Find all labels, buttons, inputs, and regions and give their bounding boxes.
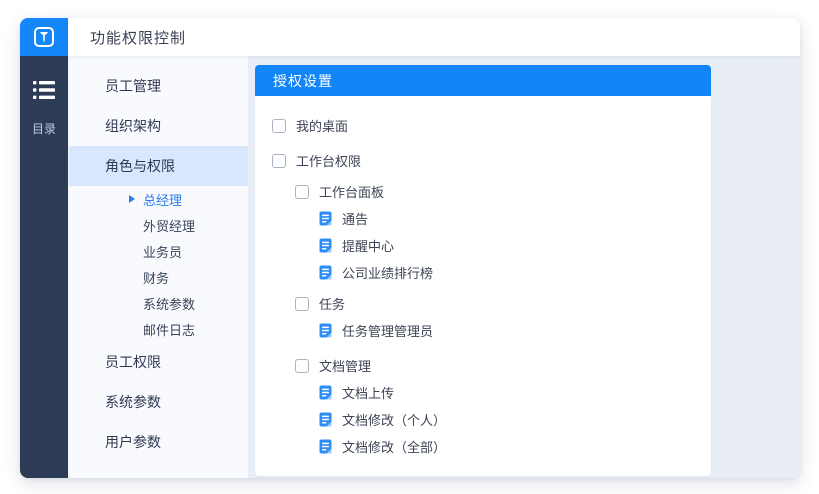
sidebar-item-system-params[interactable]: 系统参数: [69, 382, 248, 422]
tree-item-label: 工作台权限: [296, 151, 361, 170]
role-item-finance[interactable]: 财务: [69, 264, 248, 290]
doc-icon: [318, 412, 333, 427]
sidebar-item-user-params[interactable]: 用户参数: [69, 422, 248, 462]
menu-sidebar: 员工管理 组织架构 角色与权限 总经理 外贸经理 业务员 财务 系统参数: [68, 56, 248, 478]
tree-item-doc-edit-all[interactable]: 文档修改（全部）: [255, 433, 711, 460]
tree-item-label: 文档管理: [319, 356, 371, 375]
tree-item-reminder-center[interactable]: 提醒中心: [255, 232, 711, 259]
role-item-label: 邮件日志: [143, 320, 195, 339]
checkbox[interactable]: [272, 119, 286, 133]
checkbox[interactable]: [272, 154, 286, 168]
tree-item-announcement[interactable]: 通告: [255, 205, 711, 232]
page-title: 功能权限控制: [90, 27, 186, 48]
tree-item-label: 公司业绩排行榜: [342, 263, 433, 282]
tree-item-task-manager-admin[interactable]: 任务管理管理员: [255, 317, 711, 344]
app-window: 功能权限控制 目录 员工管理 组织架构 角色与权限: [20, 18, 800, 478]
sidebar-item-label: 员工权限: [105, 352, 161, 372]
list-icon[interactable]: [33, 80, 55, 100]
arrow-right-icon: [129, 195, 135, 203]
app-logo: [20, 18, 68, 56]
sidebar-item-employee-mgmt[interactable]: 员工管理: [69, 66, 248, 106]
main-content: 授权设置 我的桌面 工作台权限 工作台面板: [248, 56, 800, 478]
title-bar: 功能权限控制: [68, 18, 800, 56]
tree-item-workbench-permissions[interactable]: 工作台权限: [255, 147, 711, 174]
tree-item-label: 工作台面板: [319, 182, 384, 201]
sidebar-item-org-structure[interactable]: 组织架构: [69, 106, 248, 146]
tree-item-label: 任务管理管理员: [342, 321, 433, 340]
role-item-mail-log[interactable]: 邮件日志: [69, 316, 248, 342]
role-item-label: 财务: [143, 268, 169, 287]
authorization-panel: 授权设置 我的桌面 工作台权限 工作台面板: [255, 65, 711, 476]
nav-rail: 目录: [20, 56, 68, 478]
role-item-system-params[interactable]: 系统参数: [69, 290, 248, 316]
checkbox[interactable]: [295, 359, 309, 373]
role-item-label: 外贸经理: [143, 216, 195, 235]
doc-icon: [318, 439, 333, 454]
sidebar-item-employee-permissions[interactable]: 员工权限: [69, 342, 248, 382]
doc-icon: [318, 211, 333, 226]
rail-label-catalog[interactable]: 目录: [32, 120, 56, 137]
role-item-general-manager[interactable]: 总经理: [69, 186, 248, 212]
tree-item-workbench-panel[interactable]: 工作台面板: [255, 178, 711, 205]
role-item-label: 系统参数: [143, 294, 195, 313]
doc-icon: [318, 238, 333, 253]
role-item-label: 总经理: [143, 190, 182, 209]
top-bar: 功能权限控制: [20, 18, 800, 56]
checkbox[interactable]: [295, 297, 309, 311]
tree-item-document-mgmt[interactable]: 文档管理: [255, 352, 711, 379]
checkbox[interactable]: [295, 185, 309, 199]
sidebar-item-label: 系统参数: [105, 392, 161, 412]
role-item-label: 业务员: [143, 242, 182, 261]
tree-item-label: 文档上传: [342, 383, 394, 402]
sidebar-item-label: 组织架构: [105, 116, 161, 136]
permission-tree: 我的桌面 工作台权限 工作台面板: [255, 96, 711, 476]
tree-item-doc-edit-personal[interactable]: 文档修改（个人）: [255, 406, 711, 433]
panel-header: 授权设置: [255, 65, 711, 96]
panel-title: 授权设置: [273, 71, 333, 91]
tree-item-label: 我的桌面: [296, 116, 348, 135]
doc-icon: [318, 385, 333, 400]
tree-item-tasks[interactable]: 任务: [255, 290, 711, 317]
tree-item-company-ranking[interactable]: 公司业绩排行榜: [255, 259, 711, 286]
tree-item-label: 通告: [342, 209, 368, 228]
tree-item-label: 文档修改（全部）: [342, 437, 446, 456]
tree-item-label: 任务: [319, 294, 345, 313]
tree-item-doc-upload[interactable]: 文档上传: [255, 379, 711, 406]
role-item-trade-manager[interactable]: 外贸经理: [69, 212, 248, 238]
sidebar-item-label: 用户参数: [105, 432, 161, 452]
t-logo-icon: [32, 25, 56, 49]
tree-item-label: 提醒中心: [342, 236, 394, 255]
tree-item-my-desktop[interactable]: 我的桌面: [255, 112, 711, 139]
doc-icon: [318, 265, 333, 280]
sidebar-item-roles-permissions[interactable]: 角色与权限: [69, 146, 248, 186]
role-item-salesperson[interactable]: 业务员: [69, 238, 248, 264]
tree-item-label: 文档修改（个人）: [342, 410, 446, 429]
doc-icon: [318, 323, 333, 338]
sidebar-item-label: 员工管理: [105, 76, 161, 96]
sidebar-item-label: 角色与权限: [105, 156, 175, 176]
